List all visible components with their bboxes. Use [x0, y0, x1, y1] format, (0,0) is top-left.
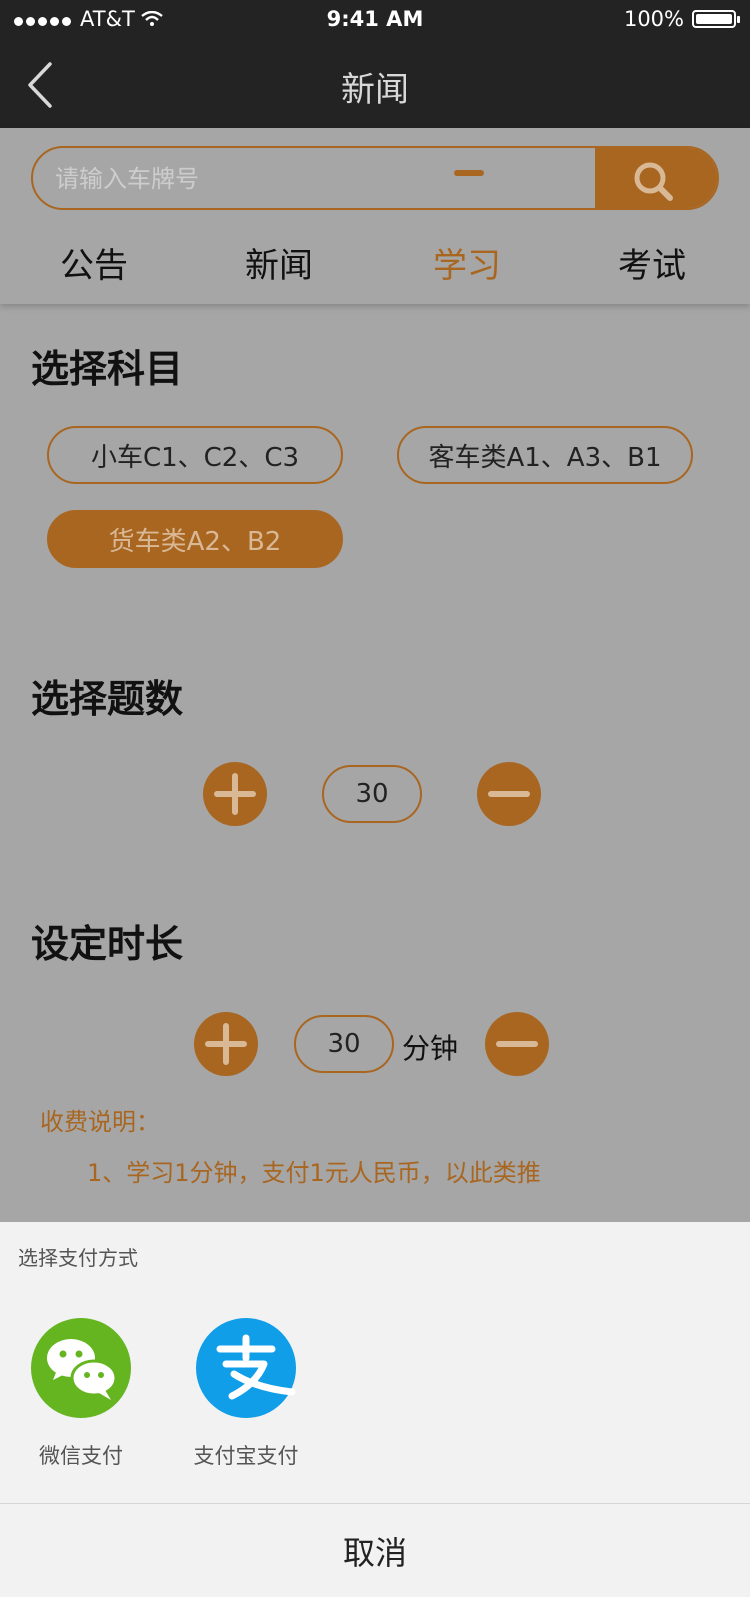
plus-icon — [205, 1023, 247, 1065]
payment-sheet-title: 选择支付方式 — [18, 1246, 138, 1270]
subject-option-car[interactable]: 小车C1、C2、C3 — [47, 426, 343, 484]
duration-value[interactable]: 30 — [294, 1015, 394, 1073]
battery-percent: 100% — [623, 7, 684, 31]
status-bar: AT&T 9:41 AM 100% — [0, 0, 750, 40]
duration-title: 设定时长 — [31, 922, 184, 966]
battery-status: 100% — [623, 7, 740, 31]
fee-title: 收费说明： — [40, 1108, 160, 1136]
cancel-button[interactable]: 取消 — [0, 1504, 750, 1597]
wechat-pay-label[interactable]: 微信支付 — [1, 1440, 161, 1470]
search-icon — [634, 162, 673, 201]
search-bar — [31, 146, 719, 210]
fee-description: 1、学习1分钟，支付1元人民币，以此类推 — [87, 1159, 541, 1187]
plus-icon — [214, 773, 256, 815]
active-tab-indicator — [454, 170, 484, 176]
subject-section-title: 选择科目 — [31, 347, 184, 391]
question-count-title: 选择题数 — [31, 677, 184, 721]
subject-option-truck[interactable]: 货车类A2、B2 — [47, 510, 343, 568]
minus-icon — [496, 1041, 538, 1047]
alipay-option[interactable] — [196, 1318, 296, 1418]
search-input[interactable] — [53, 158, 597, 200]
navigation-bar: 新闻 — [0, 40, 750, 128]
duration-decrease-button[interactable] — [485, 1012, 549, 1076]
tab-bar: 公告 新闻 学习 考试 — [0, 238, 750, 298]
tab-study[interactable]: 学习 — [433, 238, 501, 287]
header-panel: 公告 新闻 学习 考试 — [0, 128, 750, 304]
duration-unit: 分钟 — [402, 1032, 459, 1065]
wechat-icon — [31, 1318, 131, 1418]
duration-increase-button[interactable] — [194, 1012, 258, 1076]
tab-exam[interactable]: 考试 — [618, 238, 686, 287]
wechat-pay-option[interactable] — [31, 1318, 131, 1418]
tab-announcements[interactable]: 公告 — [60, 238, 128, 287]
alipay-icon — [196, 1318, 296, 1418]
search-button[interactable] — [595, 148, 717, 208]
alipay-label[interactable]: 支付宝支付 — [166, 1440, 326, 1470]
page-title: 新闻 — [341, 70, 409, 110]
question-count-value[interactable]: 30 — [322, 765, 422, 823]
subject-option-bus[interactable]: 客车类A1、A3、B1 — [397, 426, 693, 484]
minus-icon — [488, 791, 530, 797]
tab-news[interactable]: 新闻 — [245, 238, 313, 287]
battery-icon — [692, 10, 740, 28]
question-decrease-button[interactable] — [477, 762, 541, 826]
question-increase-button[interactable] — [203, 762, 267, 826]
